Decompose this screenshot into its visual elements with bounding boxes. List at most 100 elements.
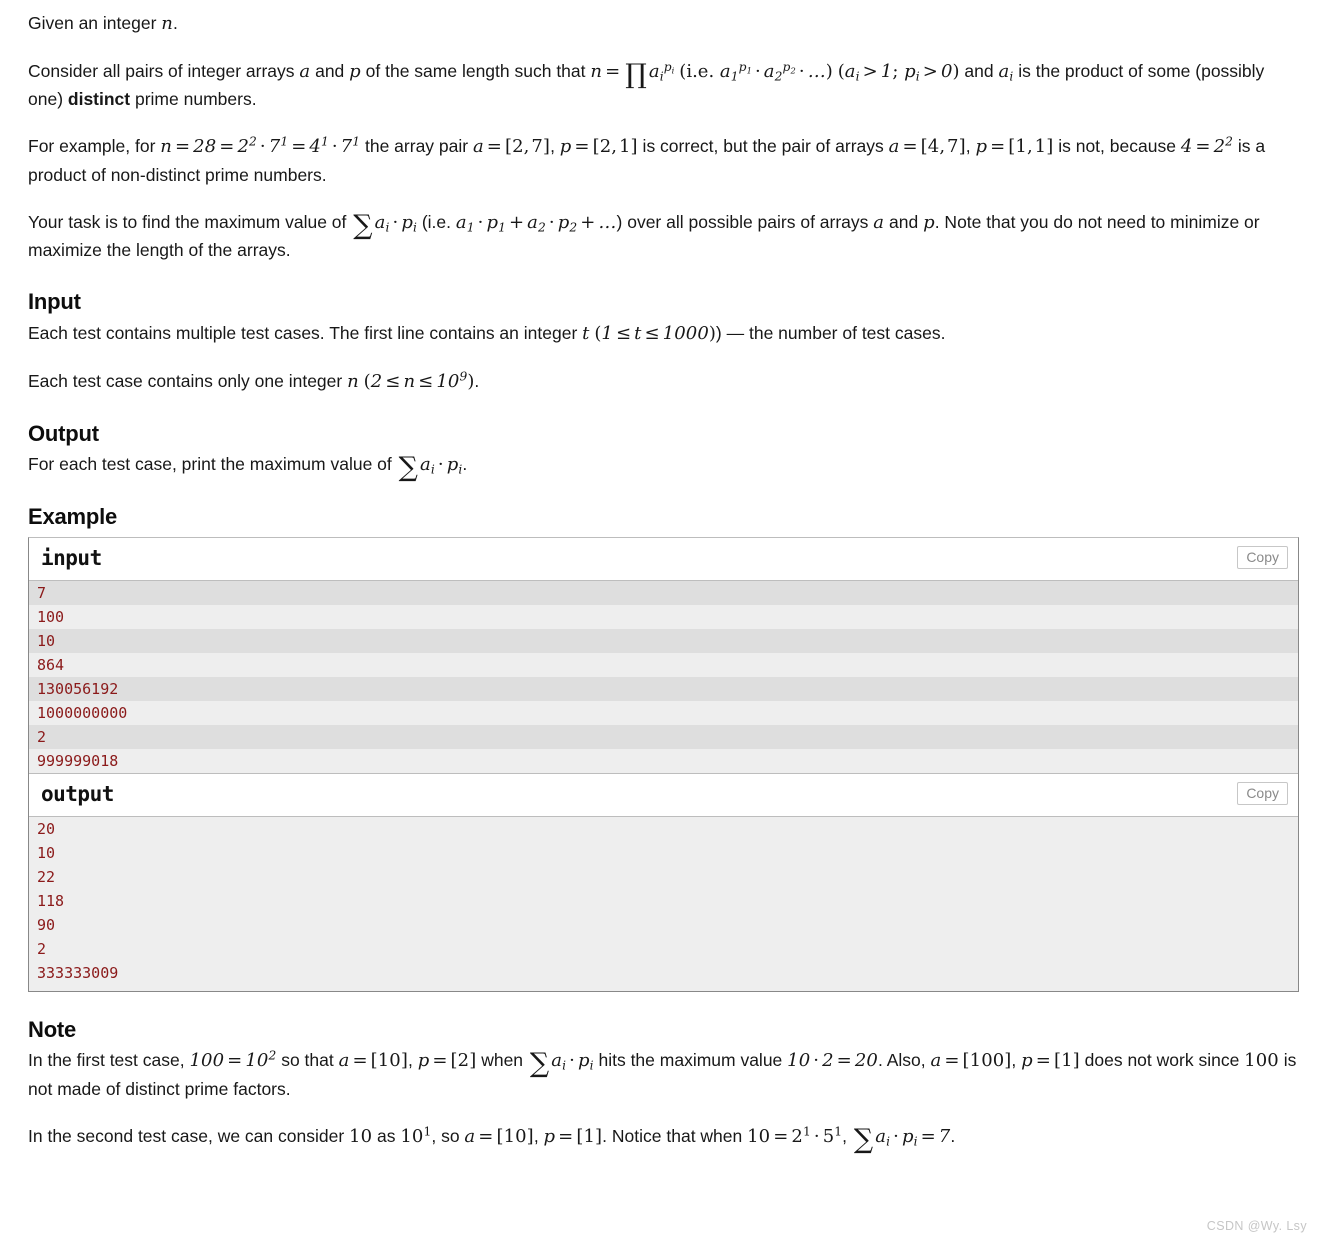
math-product-definition: n = ∏ aipi xyxy=(590,59,675,91)
text-note1-d: when xyxy=(476,1050,528,1071)
input-label: input xyxy=(41,545,102,570)
math-a-100: a = [100] xyxy=(930,1050,1012,1072)
paragraph-task: Your task is to find the maximum value o… xyxy=(28,209,1299,264)
code-line: 22 xyxy=(29,864,1298,889)
math-sum-note1: ∑ ai · pi xyxy=(529,1048,594,1080)
sample-test-output: output Copy 20 10 22 118 90 2 333333009 xyxy=(29,772,1298,991)
math-100: 100 xyxy=(1244,1050,1279,1072)
text-note2-d: , xyxy=(533,1125,544,1146)
paragraph-note-1: In the first test case, 100 = 102 so that … xyxy=(28,1047,1299,1102)
text-task-b: (i.e. xyxy=(416,211,456,232)
text-note2-c: , so xyxy=(431,1125,465,1146)
math-sum-expansion: a1 · p1 + a2 · p2 +… xyxy=(455,211,617,235)
math-n-range: (2 ≤ n ≤109) xyxy=(363,369,475,392)
code-line: 100 xyxy=(29,604,1298,629)
code-line: 90 xyxy=(29,912,1298,937)
text-note2-a: In the second test case, we can consider xyxy=(28,1125,350,1146)
math-4-eq-2sq: 4 = 22 xyxy=(1180,135,1234,158)
text-consider-b: and xyxy=(310,61,350,82)
text-note1-h: does not work since xyxy=(1079,1050,1245,1071)
paragraph-input-n: Each test case contains only one integer… xyxy=(28,368,1299,396)
math-10-eq-2-5: 10 = 21 · 51 xyxy=(747,1124,843,1147)
text-consider-c: of the same length such that xyxy=(360,61,591,82)
text-consider-d: and xyxy=(959,61,999,82)
input-code-block[interactable]: 7 100 10 864 130056192 1000000000 2 999999018 xyxy=(29,580,1298,773)
csdn-watermark: CSDN @Wy. Lsy xyxy=(1206,1219,1307,1233)
heading-output: Output xyxy=(28,420,99,446)
paragraph-input-t: Each test contains multiple test cases. … xyxy=(28,320,1299,348)
math-100-eq-10sq: 100 = 102 xyxy=(189,1049,277,1072)
text-note1-a: In the first test case, xyxy=(28,1050,190,1071)
text-distinct-bold: distinct xyxy=(67,89,131,110)
heading-example: Example xyxy=(28,504,118,530)
text-note1-e: hits the maximum value xyxy=(593,1050,788,1071)
text-inputn-a: Each test case contains only one integer xyxy=(28,370,348,391)
heading-note: Note xyxy=(28,1016,77,1042)
math-a-2-7: a = [2, 7] xyxy=(472,136,551,158)
output-title-bar: output Copy xyxy=(29,772,1298,817)
input-title-bar: input Copy xyxy=(29,537,1298,581)
text-task-d: and xyxy=(884,211,924,232)
math-t-range: (1 ≤ t ≤1000) xyxy=(594,322,716,344)
text-note1-f: . Also, xyxy=(877,1050,931,1071)
sample-tests-container: input Copy 7 100 10 864 130056192 1000000000 2… xyxy=(28,536,1299,992)
math-p-1: p = [1] xyxy=(1021,1050,1080,1072)
copy-output-button[interactable]: Copy xyxy=(1237,781,1288,805)
text-note1-b: so that xyxy=(276,1050,339,1071)
text-task-c: ) over all possible pairs of arrays xyxy=(616,211,874,232)
math-a-10: a = [10] xyxy=(338,1050,408,1072)
code-line: 1000000000 xyxy=(29,700,1298,725)
code-line: 864 xyxy=(29,652,1298,677)
text-task-a: Your task is to find the maximum value o… xyxy=(28,211,352,232)
code-line: 2 xyxy=(29,724,1298,749)
text-note1-g: , xyxy=(1011,1050,1022,1071)
text-input-a: Each test contains multiple test cases. … xyxy=(28,322,583,343)
math-var-p: p xyxy=(349,61,361,83)
text-given-prefix: Given an integer xyxy=(28,13,162,33)
math-sum-eq-7: ∑ ai · pi = 7 xyxy=(853,1123,951,1155)
paragraph-output: For each test case, print the maximum va… xyxy=(28,451,1299,484)
output-label: output xyxy=(41,781,114,806)
math-p-1-b: p = [1] xyxy=(543,1125,603,1147)
math-var-t: t xyxy=(582,322,590,344)
math-10-times-2: 10 · 2 = 20 xyxy=(787,1050,878,1072)
text-example-e: , xyxy=(965,136,976,157)
math-a-4-7: a = [4, 7] xyxy=(888,136,966,158)
copy-input-button[interactable]: Copy xyxy=(1237,545,1288,569)
text-output-a: For each test case, print the maximum va… xyxy=(28,454,397,475)
math-p-2-1: p = [2, 1] xyxy=(559,136,638,158)
math-sum-ai-pi-out: ∑ ai · pi xyxy=(398,452,463,484)
text-input-c: ) — the number of test cases. xyxy=(715,322,946,343)
text-consider-f: prime numbers. xyxy=(130,89,257,110)
math-p-2: p = [2] xyxy=(417,1050,477,1072)
math-10-pow-1: 101 xyxy=(400,1124,432,1147)
text-example-b: the array pair xyxy=(360,136,473,157)
code-line: 130056192 xyxy=(29,676,1298,701)
text-note2-e: . Notice that when xyxy=(602,1125,748,1146)
math-n-28: n = 28 = 22 · 71 = 41 · 71 xyxy=(160,135,361,158)
code-line: 7 xyxy=(29,580,1298,605)
text-inputn-c: . xyxy=(474,370,480,391)
math-var-n2: n xyxy=(347,370,359,392)
code-line: 118 xyxy=(29,888,1298,913)
math-var-a: a xyxy=(299,61,311,83)
text-note2-g: . xyxy=(950,1125,956,1146)
code-line: 20 xyxy=(29,816,1298,841)
text-output-b: . xyxy=(462,454,468,475)
paragraph-note-2: In the second test case, we can consider… xyxy=(28,1123,1299,1155)
math-a-10-b: a = [10] xyxy=(464,1125,534,1147)
math-var-ai: ai xyxy=(998,61,1014,84)
sample-test-input: input Copy 7 100 10 864 130056192 1000000000 2… xyxy=(29,537,1298,773)
math-var-a2: a xyxy=(873,211,885,233)
math-var-p2: p xyxy=(923,211,935,233)
text-example-c: , xyxy=(550,136,560,157)
code-line: 2 xyxy=(29,936,1298,961)
heading-input: Input xyxy=(28,289,81,315)
text-example-a: For example, for xyxy=(28,136,161,157)
math-constraints: (ai >1; pi >0) xyxy=(837,61,960,84)
math-var-n: n xyxy=(161,13,173,34)
text-given-suffix: . xyxy=(172,13,178,33)
paragraph-given-integer: Given an integer n. xyxy=(28,10,1299,38)
output-code-block[interactable]: 20 10 22 118 90 2 333333009 xyxy=(29,816,1298,991)
text-example-f: is not, because xyxy=(1053,136,1181,157)
